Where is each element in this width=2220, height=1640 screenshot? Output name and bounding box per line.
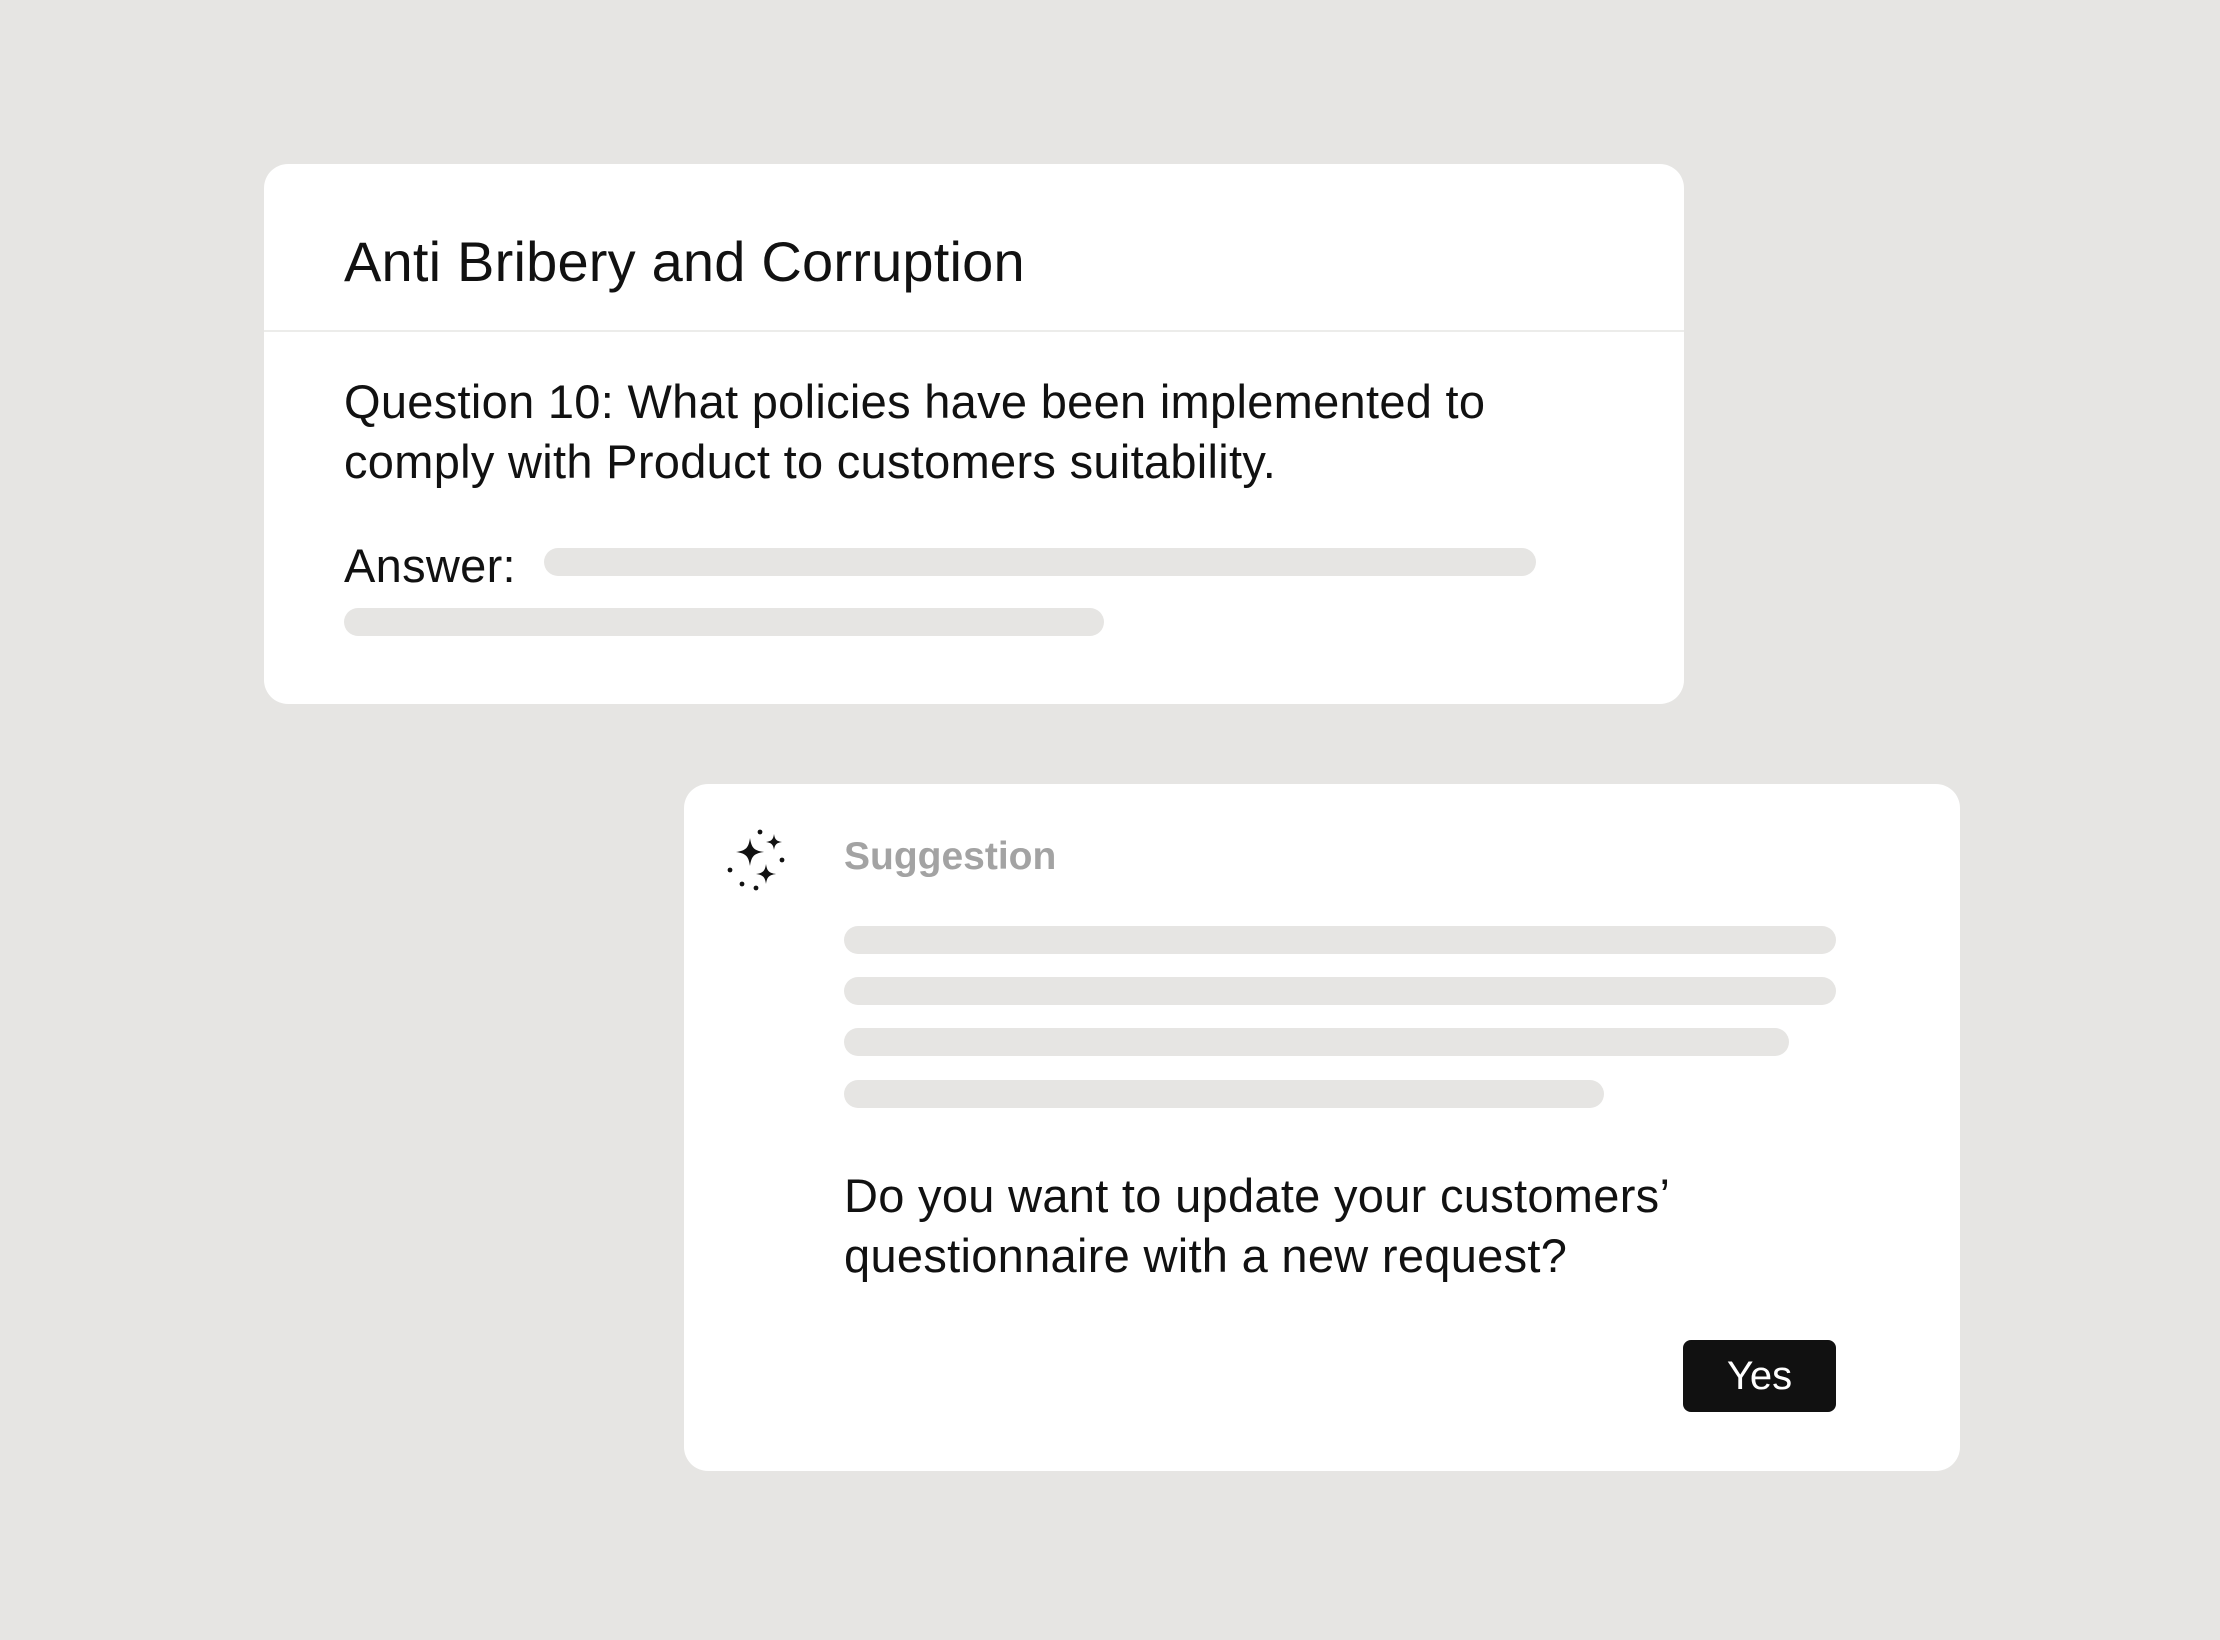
sparkles-icon bbox=[726, 828, 792, 894]
card-title: Anti Bribery and Corruption bbox=[344, 230, 1025, 293]
suggestion-card: Suggestion Do you want to update your cu… bbox=[684, 784, 1960, 1471]
answer-placeholder-line bbox=[344, 608, 1104, 636]
suggestion-placeholder-line bbox=[844, 926, 1836, 954]
suggestion-label: Suggestion bbox=[844, 835, 1057, 878]
question-card: Anti Bribery and Corruption Question 10:… bbox=[264, 164, 1684, 704]
answer-label: Answer: bbox=[344, 539, 516, 592]
suggestion-placeholder-line bbox=[844, 1080, 1604, 1108]
yes-button[interactable]: Yes bbox=[1683, 1340, 1836, 1412]
suggestion-placeholder-line bbox=[844, 1028, 1789, 1056]
answer-placeholder-line bbox=[544, 548, 1536, 576]
suggestion-placeholder-line bbox=[844, 977, 1836, 1005]
question-text: Question 10: What policies have been imp… bbox=[344, 375, 1486, 488]
prompt-text: Do you want to update your customers’ qu… bbox=[844, 1169, 1669, 1282]
divider bbox=[264, 330, 1684, 332]
